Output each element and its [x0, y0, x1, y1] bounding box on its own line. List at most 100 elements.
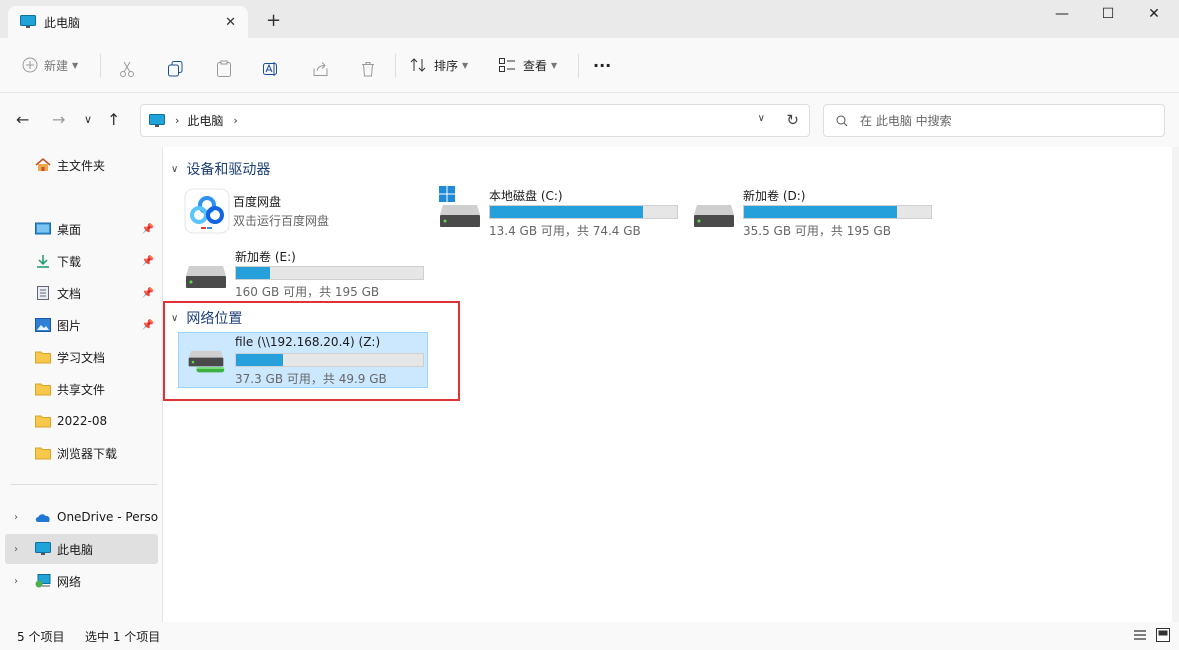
tab-this-pc[interactable]: 此电脑 ✕	[8, 6, 248, 38]
refresh-icon[interactable]: ↻	[786, 111, 799, 129]
new-tab-button[interactable]: +	[266, 10, 281, 31]
command-bar: 新建 ▼ 排序 ▼ 查看 ▼ ···	[0, 38, 1179, 93]
tab-title: 此电脑	[44, 15, 81, 30]
delete-icon[interactable]	[360, 56, 376, 82]
drive-usage-bar	[489, 205, 678, 219]
drive-usage-fill	[236, 267, 270, 279]
item-description: 双击运行百度网盘	[233, 214, 330, 228]
drive-space-info: 160 GB 可用，共 195 GB	[235, 285, 380, 299]
item-count: 5 个项目	[17, 629, 65, 644]
folder-icon	[35, 351, 51, 364]
monitor-icon	[35, 542, 51, 555]
sidebar-item-network[interactable]: › 网络	[5, 566, 158, 596]
sidebar-item-folder[interactable]: 2022-08	[5, 406, 158, 436]
home-icon	[35, 158, 51, 171]
chevron-right-icon[interactable]: ›	[14, 544, 18, 555]
sidebar-item-folder[interactable]: 学习文档	[5, 342, 158, 372]
network-drive-z[interactable]: file (\\192.168.20.4) (Z:) 37.3 GB 可用，共 …	[178, 332, 428, 388]
minimize-button[interactable]: —	[1039, 0, 1085, 28]
drive-name: 新加卷 (E:)	[235, 250, 296, 264]
status-bar: 5 个项目 选中 1 个项目	[0, 622, 1179, 650]
content-area: ∨ 设备和驱动器 百度网盘 双击运行百度网盘 本地磁盘 (C:) 13.4 GB…	[162, 147, 1172, 622]
forward-arrow-icon[interactable]: →	[52, 110, 65, 129]
details-view-icon[interactable]	[1133, 628, 1147, 642]
desktop-icon	[35, 222, 51, 235]
sidebar-item-label: 下载	[57, 254, 82, 269]
baidu-netdisk-icon	[184, 188, 230, 234]
pin-icon[interactable]: 📌	[142, 288, 154, 299]
copy-icon[interactable]	[167, 56, 184, 82]
maximize-button[interactable]: ☐	[1085, 0, 1131, 28]
view-icon	[499, 58, 515, 72]
pin-icon[interactable]: 📌	[142, 224, 154, 235]
navigation-bar: ← → ∨ ↑ › 此电脑 › ∨ ↻	[0, 93, 1179, 147]
drive-space-info: 37.3 GB 可用，共 49.9 GB	[235, 372, 387, 386]
share-icon[interactable]	[312, 56, 329, 82]
drive-usage-bar	[743, 205, 932, 219]
chevron-down-icon: ▼	[72, 60, 79, 70]
drive-name: file (\\192.168.20.4) (Z:)	[235, 335, 381, 349]
more-options-icon[interactable]: ···	[593, 52, 611, 78]
paste-icon[interactable]	[216, 56, 232, 82]
network-drive-icon	[188, 350, 225, 373]
drive-e[interactable]: 新加卷 (E:) 160 GB 可用，共 195 GB	[179, 246, 429, 302]
window-close-button[interactable]: ✕	[1131, 0, 1177, 28]
sidebar-item-folder[interactable]: 浏览器下载	[5, 438, 158, 468]
pin-icon[interactable]: 📌	[142, 320, 154, 331]
sort-label: 排序	[434, 58, 459, 73]
sidebar-item-this-pc[interactable]: › 此电脑	[5, 534, 158, 564]
sidebar-item-folder[interactable]: 共享文件	[5, 374, 158, 404]
sidebar-item-pictures[interactable]: 图片 📌	[5, 310, 158, 340]
drive-d[interactable]: 新加卷 (D:) 35.5 GB 可用，共 195 GB	[687, 185, 937, 241]
up-arrow-icon[interactable]: ↑	[107, 110, 120, 129]
drive-c[interactable]: 本地磁盘 (C:) 13.4 GB 可用，共 74.4 GB	[433, 185, 683, 241]
title-bar: 此电脑 ✕ + — ☐ ✕	[0, 0, 1179, 38]
breadcrumb-separator-icon[interactable]: ›	[175, 114, 179, 127]
sidebar-item-label: 浏览器下载	[57, 446, 118, 461]
chevron-down-icon: ∨	[171, 163, 179, 175]
navigation-pane: 主文件夹 桌面 📌 下载 📌 文档 📌 图片 📌 学习文档 共享文件 2022-…	[0, 147, 162, 622]
group-header-devices[interactable]: ∨ 设备和驱动器	[171, 159, 270, 179]
drive-usage-fill	[236, 354, 283, 366]
cut-icon[interactable]	[119, 56, 135, 82]
sidebar-item-onedrive[interactable]: › OneDrive - Perso	[5, 502, 158, 532]
group-header-network[interactable]: ∨ 网络位置	[171, 308, 242, 328]
sidebar-item-home[interactable]: 主文件夹	[5, 150, 158, 180]
toolbar-divider	[100, 54, 101, 78]
chevron-right-icon[interactable]: ›	[14, 576, 18, 587]
chevron-down-icon: ▼	[462, 60, 469, 70]
view-button[interactable]: 查看 ▼	[499, 52, 557, 78]
pin-icon[interactable]: 📌	[142, 256, 154, 267]
sidebar-item-label: 学习文档	[57, 350, 106, 365]
drive-space-info: 35.5 GB 可用，共 195 GB	[743, 224, 891, 238]
sidebar-item-label: 2022-08	[57, 414, 108, 428]
address-dropdown-icon[interactable]: ∨	[758, 113, 765, 124]
tab-close-icon[interactable]: ✕	[225, 15, 236, 30]
selected-count: 选中 1 个项目	[85, 629, 161, 644]
search-input[interactable]	[860, 113, 1140, 128]
sidebar-item-downloads[interactable]: 下载 📌	[5, 246, 158, 276]
toolbar-divider	[395, 54, 396, 78]
chevron-down-icon: ▼	[551, 60, 558, 70]
search-box[interactable]	[823, 104, 1165, 137]
folder-icon	[35, 415, 51, 428]
sort-button[interactable]: 排序 ▼	[410, 52, 468, 78]
address-bar[interactable]: › 此电脑 › ∨ ↻	[140, 104, 810, 137]
sidebar-item-label: 此电脑	[57, 542, 94, 557]
download-icon	[37, 255, 49, 268]
back-arrow-icon[interactable]: ←	[16, 110, 29, 129]
tiles-view-icon[interactable]	[1156, 628, 1170, 642]
folder-icon	[35, 447, 51, 460]
baidu-netdisk-item[interactable]: 百度网盘 双击运行百度网盘	[177, 185, 417, 241]
sidebar-item-desktop[interactable]: 桌面 📌	[5, 214, 158, 244]
new-button[interactable]: 新建 ▼	[22, 52, 78, 78]
chevron-right-icon[interactable]: ›	[14, 512, 18, 523]
drive-space-info: 13.4 GB 可用，共 74.4 GB	[489, 224, 641, 238]
recent-locations-icon[interactable]: ∨	[84, 113, 92, 126]
breadcrumb-separator-icon[interactable]: ›	[233, 114, 237, 127]
rename-icon[interactable]	[262, 56, 280, 82]
group-title: 网络位置	[186, 311, 243, 327]
sidebar-item-documents[interactable]: 文档 📌	[5, 278, 158, 308]
breadcrumb-this-pc[interactable]: 此电脑	[187, 112, 223, 129]
new-label: 新建	[44, 58, 69, 73]
